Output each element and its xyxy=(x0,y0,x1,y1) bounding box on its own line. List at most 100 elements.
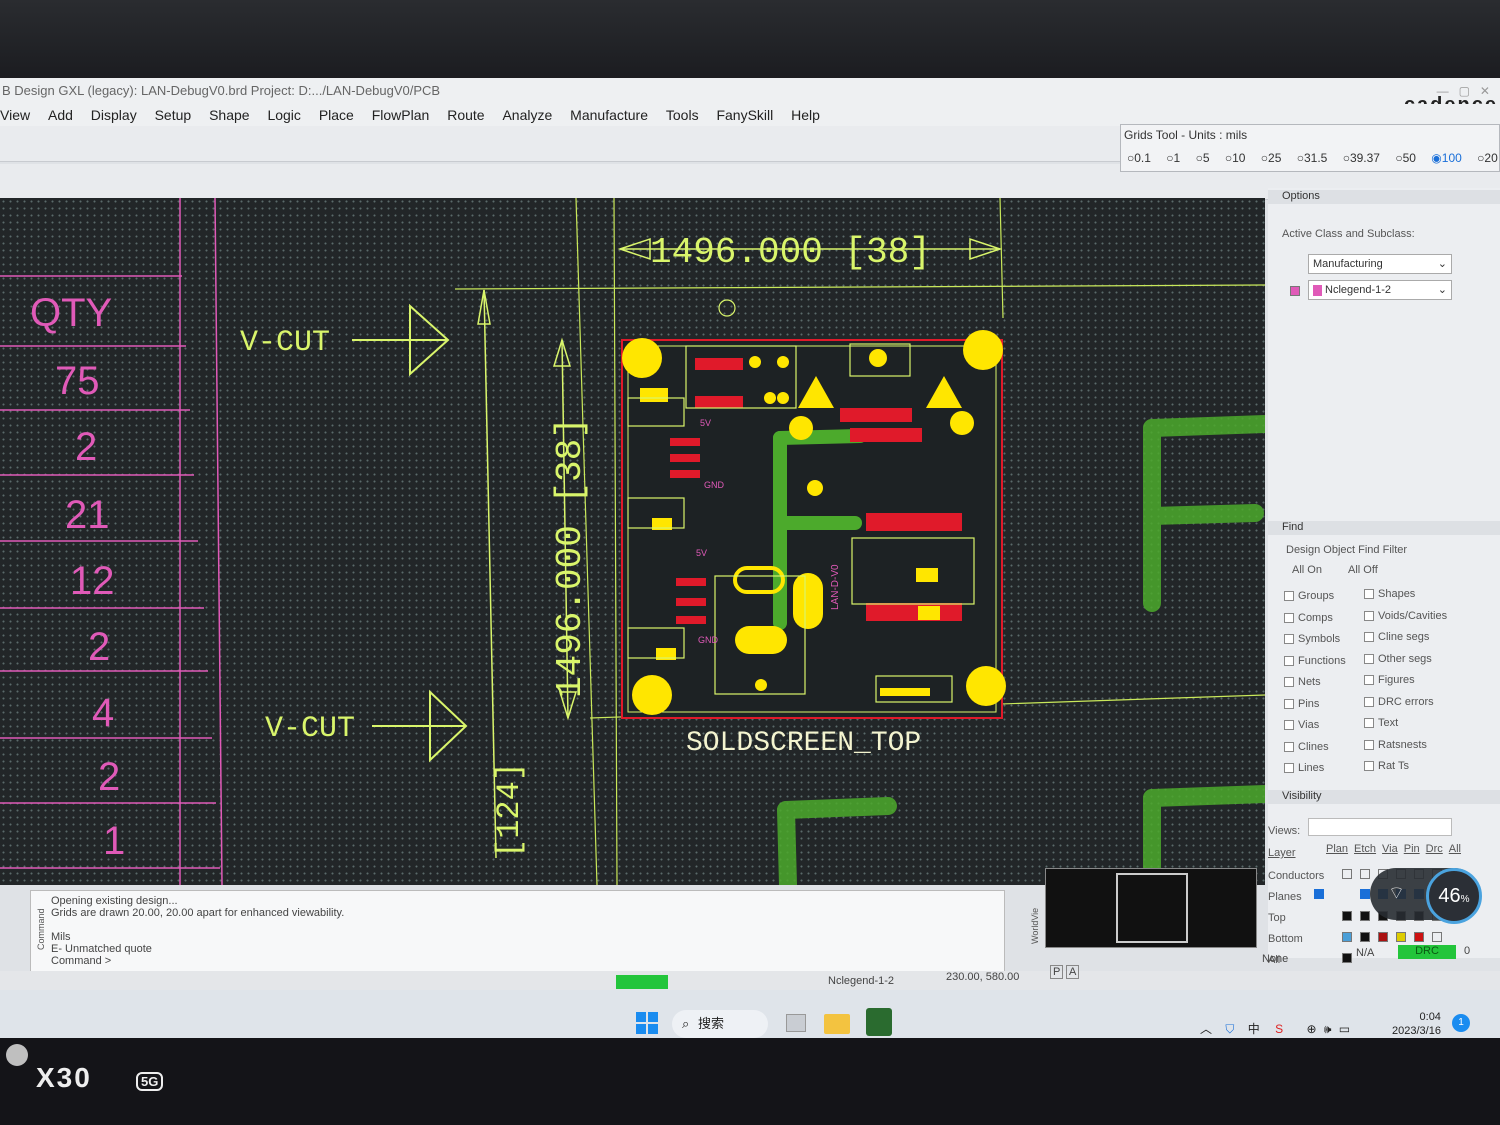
menu-tools[interactable]: Tools xyxy=(666,104,699,126)
find-drc-errors[interactable]: DRC errors xyxy=(1364,692,1447,714)
grid-option-0-1[interactable]: ○0.1 xyxy=(1127,151,1157,165)
menu-add[interactable]: Add xyxy=(48,104,73,126)
camera-watermark-5g: 5G xyxy=(136,1072,164,1091)
cmd-line-2 xyxy=(51,919,984,931)
vcut-label-top: V-CUT xyxy=(240,326,330,360)
menu-fanyskill[interactable]: FanySkill xyxy=(716,104,773,126)
menu-view[interactable]: View xyxy=(0,104,30,126)
find-ratsnests[interactable]: Ratsnests xyxy=(1364,735,1447,757)
grid-option-25[interactable]: ○25 xyxy=(1261,151,1288,165)
menu-shape[interactable]: Shape xyxy=(209,104,249,126)
find-pins[interactable]: Pins xyxy=(1284,694,1346,716)
cmd-prompt[interactable]: Command > xyxy=(51,955,984,967)
class-dropdown[interactable]: Manufacturing ⌄ xyxy=(1308,254,1452,274)
vis-all-box[interactable] xyxy=(1342,952,1352,964)
chevron-down-icon: ⌄ xyxy=(1437,284,1447,296)
status-count: 0 xyxy=(1464,945,1471,957)
volume-icon[interactable]: 🕪 xyxy=(1324,1022,1332,1036)
command-side-label: Command xyxy=(36,908,46,950)
taskbar-search[interactable]: ⌕ 搜索 xyxy=(672,1010,768,1038)
find-comps[interactable]: Comps xyxy=(1284,608,1346,630)
battery-percent-widget: 46% xyxy=(1426,868,1482,924)
menu-help[interactable]: Help xyxy=(791,104,820,126)
menu-display[interactable]: Display xyxy=(91,104,137,126)
task-view-icon[interactable] xyxy=(786,1014,806,1032)
find-functions[interactable]: Functions xyxy=(1284,651,1346,673)
file-explorer-icon[interactable] xyxy=(824,1014,850,1034)
clock[interactable]: 0:04 2023/3/16 xyxy=(1392,1010,1441,1038)
status-p-button[interactable]: P xyxy=(1050,965,1064,979)
find-rat-ts[interactable]: Rat Ts xyxy=(1364,756,1447,778)
menu-flowplan[interactable]: FlowPlan xyxy=(372,104,430,126)
menu-analyze[interactable]: Analyze xyxy=(502,104,552,126)
status-a-button[interactable]: A xyxy=(1066,965,1080,979)
grid-option-5[interactable]: ○5 xyxy=(1196,151,1216,165)
find-groups[interactable]: Groups xyxy=(1284,586,1346,608)
qty-row-1: 2 xyxy=(75,425,97,469)
menu-setup[interactable]: Setup xyxy=(155,104,192,126)
vis-top: Top xyxy=(1268,912,1286,924)
vis-bottom-boxes[interactable] xyxy=(1342,931,1442,943)
all-off-button[interactable]: All Off xyxy=(1348,564,1378,576)
shield-icon[interactable]: ⛉ xyxy=(1225,1022,1234,1036)
title-bar: B Design GXL (legacy): LAN-DebugV0.brd P… xyxy=(0,78,1500,116)
layer-label: Layer xyxy=(1268,847,1296,859)
status-subclass: Nclegend-1-2 xyxy=(828,975,895,987)
app-window: B Design GXL (legacy): LAN-DebugV0.brd P… xyxy=(0,78,1500,1038)
grid-option-20[interactable]: ○20 xyxy=(1477,151,1500,165)
command-window[interactable]: Opening existing design... Grids are dra… xyxy=(30,890,1005,978)
world-view-minimap[interactable] xyxy=(1045,868,1257,948)
menu-manufacture[interactable]: Manufacture xyxy=(570,104,648,126)
pcb-board: 5V GND 5V GND LAN-D-V0 xyxy=(621,299,1006,719)
find-symbols[interactable]: Symbols xyxy=(1284,629,1346,651)
find-clines[interactable]: Clines xyxy=(1284,737,1346,759)
find-vias[interactable]: Vias xyxy=(1284,715,1346,737)
menu-place[interactable]: Place xyxy=(319,104,354,126)
grid-option-31-5[interactable]: ○31.5 xyxy=(1297,151,1334,165)
status-drc[interactable]: DRC xyxy=(1398,945,1456,959)
find-cline-segs[interactable]: Cline segs xyxy=(1364,627,1447,649)
worldview-label: WorldVie xyxy=(1030,907,1040,944)
find-text[interactable]: Text xyxy=(1364,713,1447,735)
grid-option-1[interactable]: ○1 xyxy=(1166,151,1186,165)
pcb-canvas[interactable]: QTY 75 2 21 12 2 4 2 1 2 V- xyxy=(0,198,1265,885)
all-on-button[interactable]: All On xyxy=(1292,564,1322,576)
grid-option-10[interactable]: ○10 xyxy=(1225,151,1252,165)
ime-indicator[interactable]: 中 xyxy=(1248,1022,1260,1036)
grids-options: ○0.1 ○1 ○5 ○10 ○25 ○31.5 ○39.37 ○50 ◉100… xyxy=(1127,151,1500,165)
find-lines[interactable]: Lines xyxy=(1284,758,1346,780)
menu-logic[interactable]: Logic xyxy=(267,104,300,126)
vcut-arrow-bottom xyxy=(372,689,468,763)
battery-icon[interactable]: ▭ xyxy=(1339,1022,1350,1036)
menu-route[interactable]: Route xyxy=(447,104,484,126)
qty-row-0: 75 xyxy=(55,359,100,403)
windows-start-icon[interactable] xyxy=(636,1012,658,1034)
find-shapes[interactable]: Shapes xyxy=(1364,584,1447,606)
grid-option-39-37[interactable]: ○39.37 xyxy=(1343,151,1386,165)
vcut-arrow-top xyxy=(352,303,450,377)
chevron-up-icon[interactable]: ︿ xyxy=(1200,1022,1212,1036)
search-icon: ⌕ xyxy=(682,1016,690,1031)
worldview-frame xyxy=(1116,873,1188,943)
board-caption: SOLDSCREEN_TOP xyxy=(686,728,921,759)
subclass-color-swatch[interactable] xyxy=(1290,286,1300,296)
grid-option-50[interactable]: ○50 xyxy=(1395,151,1422,165)
vcut-label-bottom: V-CUT xyxy=(265,712,355,746)
find-left-list: Groups Comps Symbols Functions Nets Pins… xyxy=(1284,586,1346,780)
find-figures[interactable]: Figures xyxy=(1364,670,1447,692)
views-dropdown[interactable] xyxy=(1308,818,1452,836)
find-other-segs[interactable]: Other segs xyxy=(1364,649,1447,671)
find-nets[interactable]: Nets xyxy=(1284,672,1346,694)
find-right-list: Shapes Voids/Cavities Cline segs Other s… xyxy=(1364,584,1447,778)
antivirus-icon[interactable]: S xyxy=(1275,1022,1283,1036)
allegro-app-icon[interactable] xyxy=(866,1008,892,1036)
globe-icon[interactable]: ⊕ xyxy=(1306,1022,1316,1036)
tray-icons[interactable]: ︿ ⛉ 中 S ⊕ 🕪 ▭ xyxy=(1200,1020,1350,1037)
notification-badge[interactable]: 1 xyxy=(1452,1014,1470,1032)
board-name-label: LAN-D-V0 xyxy=(830,564,841,610)
views-label: Views: xyxy=(1268,825,1301,837)
qty-row-2: 21 xyxy=(65,493,110,537)
grid-option-100[interactable]: ◉100 xyxy=(1431,151,1468,165)
find-voids[interactable]: Voids/Cavities xyxy=(1364,606,1447,628)
subclass-dropdown[interactable]: Nclegend-1-2 ⌄ xyxy=(1308,280,1452,300)
